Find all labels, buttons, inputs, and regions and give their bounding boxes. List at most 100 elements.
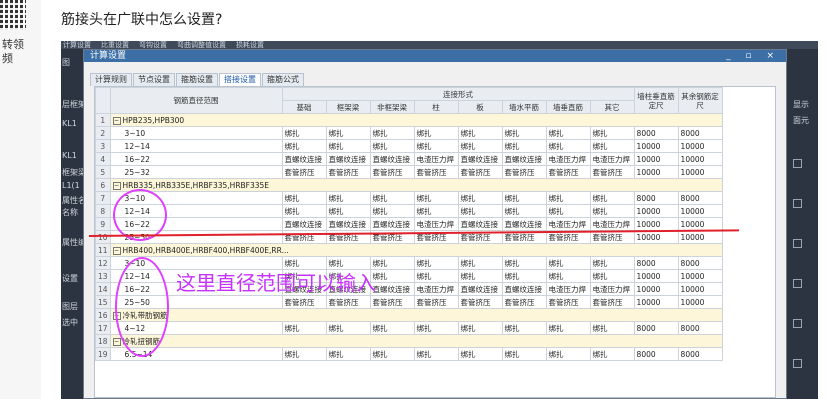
connection-cell[interactable]: 绑扎 [369, 139, 415, 153]
connection-cell[interactable]: 套管挤压 [589, 165, 635, 179]
collapse-icon[interactable]: − [112, 181, 121, 190]
tab-4[interactable]: 搭接设置 [219, 73, 261, 86]
diameter-range-cell[interactable]: 16~22 [109, 152, 283, 166]
app-menu-item[interactable]: 比重设置 [101, 41, 129, 49]
length-cell[interactable]: 10000 [677, 165, 723, 179]
connection-cell[interactable]: 绑扎 [281, 191, 327, 205]
length-cell[interactable]: 10000 [677, 282, 723, 296]
connection-cell[interactable]: 绑扎 [501, 321, 547, 335]
connection-cell[interactable]: 绑扎 [413, 191, 459, 205]
length-cell[interactable]: 8000 [633, 191, 679, 205]
connection-cell[interactable]: 绑扎 [589, 269, 635, 283]
connection-cell[interactable]: 套管挤压 [413, 165, 459, 179]
length-cell[interactable]: 10000 [677, 269, 723, 283]
length-cell[interactable]: 10000 [633, 139, 679, 153]
connection-cell[interactable]: 绑扎 [457, 256, 503, 270]
connection-cell[interactable]: 电渣压力焊 [589, 152, 635, 166]
connection-cell[interactable]: 直螺纹连接 [457, 217, 503, 231]
connection-cell[interactable]: 绑扎 [501, 191, 547, 205]
expand-box-icon[interactable] [793, 199, 802, 208]
connection-cell[interactable]: 绑扎 [325, 191, 371, 205]
table-row[interactable]: 11− HRB400,HRB400E,HRBF400,HRBF400E,RR... [95, 243, 723, 257]
table-row[interactable]: 18− 冷轧扭钢筋 [95, 334, 723, 348]
connection-cell[interactable]: 电渣压力焊 [413, 152, 459, 166]
connection-cell[interactable]: 绑扎 [325, 126, 371, 140]
connection-cell[interactable]: 绑扎 [413, 256, 459, 270]
connection-cell[interactable]: 直螺纹连接 [281, 217, 327, 231]
connection-cell[interactable]: 套管挤压 [501, 295, 547, 309]
connection-cell[interactable]: 绑扎 [545, 269, 591, 283]
connection-cell[interactable]: 绑扎 [589, 321, 635, 335]
length-cell[interactable]: 8000 [677, 191, 723, 205]
length-cell[interactable]: 10000 [633, 152, 679, 166]
connection-cell[interactable]: 绑扎 [457, 126, 503, 140]
connection-cell[interactable]: 电渣压力焊 [545, 217, 591, 231]
connection-cell[interactable]: 绑扎 [325, 347, 371, 361]
length-cell[interactable]: 10000 [677, 230, 723, 244]
diameter-range-cell[interactable]: 3~10 [109, 126, 283, 140]
length-cell[interactable]: 10000 [677, 204, 723, 218]
connection-cell[interactable]: 直螺纹连接 [501, 282, 547, 296]
connection-cell[interactable]: 绑扎 [369, 126, 415, 140]
length-cell[interactable]: 10000 [677, 295, 723, 309]
collapse-icon[interactable]: − [112, 337, 121, 346]
table-row[interactable]: 1− HPB235,HPB300 [95, 113, 723, 127]
tab-3[interactable]: 箍筋设置 [176, 73, 218, 86]
connection-cell[interactable]: 绑扎 [457, 269, 503, 283]
connection-cell[interactable]: 绑扎 [369, 347, 415, 361]
expand-box-icon[interactable] [793, 319, 802, 328]
connection-cell[interactable]: 绑扎 [501, 269, 547, 283]
connection-cell[interactable]: 绑扎 [281, 347, 327, 361]
length-cell[interactable]: 8000 [633, 347, 679, 361]
connection-cell[interactable]: 绑扎 [545, 204, 591, 218]
connection-cell[interactable]: 绑扎 [501, 126, 547, 140]
table-row[interactable]: 9 16~22 直螺纹连接 直螺纹连接 直螺纹连接 电渣压力焊 直螺纹连接 直螺纹连接 电渣压力… [95, 217, 723, 231]
connection-cell[interactable]: 绑扎 [589, 126, 635, 140]
connection-cell[interactable]: 绑扎 [281, 321, 327, 335]
connection-cell[interactable]: 绑扎 [589, 139, 635, 153]
table-row[interactable]: 17 4~12 绑扎 绑扎 绑扎 绑扎 绑扎 绑扎 绑扎 绑扎 8000 8000 [95, 321, 723, 335]
connection-cell[interactable]: 绑扎 [325, 321, 371, 335]
connection-cell[interactable]: 绑扎 [501, 204, 547, 218]
connection-cell[interactable]: 直螺纹连接 [369, 217, 415, 231]
diameter-range-cell[interactable]: 12~14 [109, 139, 283, 153]
connection-cell[interactable]: 绑扎 [545, 191, 591, 205]
table-row[interactable]: 6− HRB335,HRB335E,HRBF335,HRBF335E [95, 178, 723, 192]
connection-cell[interactable]: 直螺纹连接 [501, 152, 547, 166]
connection-cell[interactable]: 套管挤压 [281, 165, 327, 179]
connection-cell[interactable]: 绑扎 [545, 126, 591, 140]
connection-cell[interactable]: 绑扎 [589, 347, 635, 361]
length-cell[interactable]: 10000 [677, 139, 723, 153]
connection-cell[interactable]: 绑扎 [457, 139, 503, 153]
connection-cell[interactable]: 绑扎 [413, 139, 459, 153]
table-row[interactable]: 3 12~14 绑扎 绑扎 绑扎 绑扎 绑扎 绑扎 绑扎 绑扎 10000 10000 [95, 139, 723, 153]
length-cell[interactable]: 8000 [677, 256, 723, 270]
connection-cell[interactable]: 绑扎 [413, 126, 459, 140]
connection-cell[interactable]: 套管挤压 [545, 295, 591, 309]
connection-cell[interactable]: 电渣压力焊 [545, 282, 591, 296]
tab-2[interactable]: 节点设置 [133, 73, 175, 86]
length-cell[interactable]: 8000 [677, 321, 723, 335]
connection-cell[interactable]: 套管挤压 [457, 295, 503, 309]
connection-cell[interactable]: 直螺纹连接 [369, 282, 415, 296]
connection-cell[interactable]: 套管挤压 [325, 295, 371, 309]
connection-cell[interactable]: 绑扎 [501, 347, 547, 361]
length-cell[interactable]: 8000 [633, 321, 679, 335]
expand-box-icon[interactable] [793, 279, 802, 288]
length-cell[interactable]: 10000 [633, 204, 679, 218]
connection-cell[interactable]: 绑扎 [325, 204, 371, 218]
connection-cell[interactable]: 绑扎 [545, 139, 591, 153]
table-row[interactable]: 4 16~22 直螺纹连接 直螺纹连接 直螺纹连接 电渣压力焊 直螺纹连接 直螺纹连接 电渣压力… [95, 152, 723, 166]
connection-cell[interactable]: 电渣压力焊 [545, 152, 591, 166]
app-menu-item[interactable]: 弯曲调整值设置 [177, 41, 226, 49]
length-cell[interactable]: 8000 [677, 126, 723, 140]
connection-cell[interactable]: 绑扎 [501, 256, 547, 270]
collapse-icon[interactable]: − [112, 246, 121, 255]
connection-cell[interactable]: 绑扎 [501, 139, 547, 153]
tab-5[interactable]: 箍筋公式 [262, 73, 304, 86]
connection-cell[interactable]: 直螺纹连接 [281, 152, 327, 166]
length-cell[interactable]: 10000 [677, 152, 723, 166]
expand-box-icon[interactable] [793, 159, 802, 168]
connection-cell[interactable]: 绑扎 [545, 347, 591, 361]
connection-cell[interactable]: 绑扎 [413, 204, 459, 218]
